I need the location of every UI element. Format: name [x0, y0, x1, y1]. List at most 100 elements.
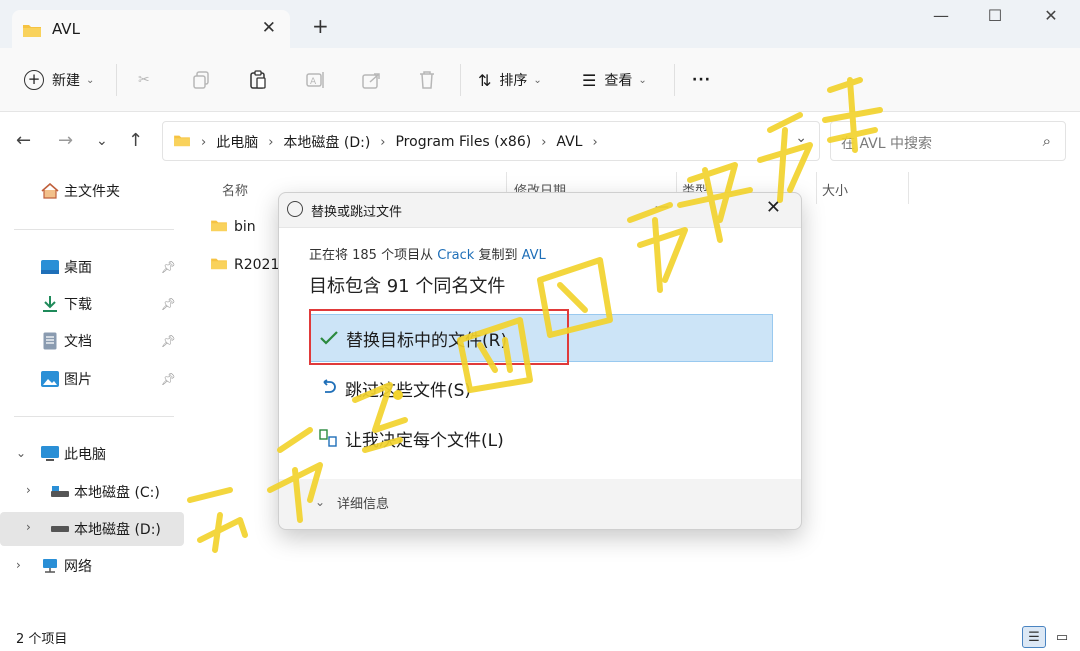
view-label: 查看	[604, 73, 633, 89]
rename-icon[interactable]: A	[306, 68, 326, 92]
decide-each-file-label: 让我决定每个文件(L)	[345, 430, 504, 451]
file-name: bin	[234, 219, 256, 235]
delete-icon[interactable]	[418, 68, 436, 92]
chevron-right-icon: ›	[268, 134, 274, 150]
folder-icon	[210, 218, 228, 236]
column-header-name[interactable]: 名称	[222, 180, 248, 199]
sidebar-item-drive-c[interactable]: 本地磁盘 (C:)	[0, 475, 184, 509]
details-view-icon[interactable]: ☰	[1022, 626, 1046, 648]
tab-bar: AVL ✕ + — ☐ ✕	[0, 0, 1080, 48]
sidebar-item-pictures[interactable]: 图片 📌︎	[0, 362, 184, 396]
chevron-right-icon[interactable]: ›	[26, 520, 31, 534]
sidebar-item-label: 图片	[64, 372, 92, 388]
recent-locations-chevron-icon[interactable]: ⌄	[96, 133, 108, 149]
pin-icon[interactable]: 📌︎	[161, 260, 176, 274]
sidebar-item-home[interactable]: 主文件夹	[0, 174, 184, 208]
home-icon	[40, 181, 60, 201]
sidebar-item-label: 网络	[64, 559, 92, 575]
crumb-drive-d[interactable]: 本地磁盘 (D:)	[283, 132, 370, 152]
share-icon[interactable]	[362, 68, 382, 92]
dialog-title: 替换或跳过文件	[311, 205, 403, 220]
source-link[interactable]: Crack	[437, 248, 474, 263]
command-bar: + 新建 ⌄ ✂ A ⇅ 排序 ⌄ ☰ 查看 ⌄ ···	[0, 48, 1080, 112]
skip-files-label: 跳过这些文件(S)	[345, 380, 472, 401]
svg-text:A: A	[310, 77, 317, 87]
clock-icon	[287, 201, 303, 217]
sidebar-item-label: 本地磁盘 (D:)	[74, 522, 161, 538]
toolbar-divider	[460, 64, 461, 96]
chevron-down-icon[interactable]: ⌄	[315, 495, 325, 509]
tiles-view-icon[interactable]: ▭	[1050, 626, 1074, 648]
column-header-size[interactable]: 大小	[822, 180, 848, 199]
desktop-icon	[40, 257, 60, 277]
close-tab-icon[interactable]: ✕	[262, 18, 276, 38]
column-divider[interactable]	[908, 172, 909, 204]
pin-icon[interactable]: 📌︎	[161, 372, 176, 386]
sidebar-item-drive-d[interactable]: › 本地磁盘 (D:)	[0, 512, 184, 546]
folder-icon	[22, 22, 42, 42]
new-label: 新建	[52, 73, 80, 89]
more-details-link[interactable]: 详细信息	[337, 493, 389, 512]
address-bar[interactable]: › 此电脑 › 本地磁盘 (D:) › Program Files (x86) …	[162, 121, 820, 161]
decide-each-file-option[interactable]: 让我决定每个文件(L)	[309, 414, 773, 462]
search-placeholder: 在 AVL 中搜索	[841, 136, 932, 152]
search-icon: ⌕	[1042, 132, 1051, 150]
maximize-icon[interactable]: ☐	[980, 6, 1010, 25]
forward-arrow-icon[interactable]: →	[58, 130, 73, 151]
copy-status: 正在将 185 个项目从 Crack 复制到 AVL	[309, 244, 546, 263]
copy-icon[interactable]	[192, 68, 210, 92]
sidebar-item-label: 此电脑	[64, 447, 106, 463]
cut-icon[interactable]: ✂	[138, 68, 150, 92]
file-name: R2021	[234, 257, 280, 273]
navigation-pane: 主文件夹 桌面 📌︎ 下载 📌︎ 文档 📌︎ 图片 📌︎ ⌄ 此电脑 › 本地磁…	[0, 162, 186, 622]
paste-icon[interactable]	[248, 68, 268, 92]
sidebar-item-desktop[interactable]: 桌面 📌︎	[0, 250, 184, 284]
compare-files-icon	[317, 429, 339, 447]
conflict-summary: 目标包含 91 个同名文件	[309, 276, 506, 297]
sidebar-item-this-pc[interactable]: 此电脑	[0, 437, 184, 471]
sidebar-item-network[interactable]: 网络	[0, 549, 184, 583]
chevron-right-icon: ›	[592, 134, 598, 150]
close-icon[interactable]: ✕	[766, 197, 781, 218]
view-button[interactable]: ☰ 查看 ⌄	[582, 68, 647, 92]
undo-arrow-icon	[317, 379, 339, 397]
view-list-icon: ☰	[582, 70, 597, 90]
search-box[interactable]: 在 AVL 中搜索 ⌕	[830, 121, 1066, 161]
up-arrow-icon[interactable]: ↑	[128, 130, 143, 151]
pictures-icon	[40, 369, 60, 389]
new-button[interactable]: + 新建 ⌄	[24, 68, 94, 92]
list-item[interactable]: R2021	[210, 256, 279, 274]
back-arrow-icon[interactable]: ←	[16, 130, 31, 151]
sidebar-item-downloads[interactable]: 下载 📌︎	[0, 287, 184, 321]
network-icon	[40, 556, 60, 576]
column-divider[interactable]	[816, 172, 817, 204]
toolbar-divider	[116, 64, 117, 96]
crumb-this-pc[interactable]: 此电脑	[216, 132, 258, 152]
skip-files-option[interactable]: 跳过这些文件(S)	[309, 364, 773, 412]
pin-icon[interactable]: 📌︎	[161, 334, 176, 348]
crumb-program-files[interactable]: Program Files (x86)	[395, 134, 531, 150]
sidebar-item-label: 文档	[64, 334, 92, 350]
chevron-down-icon: ⌄	[533, 74, 542, 86]
tab-avl[interactable]: AVL ✕	[12, 10, 290, 48]
chevron-right-icon: ›	[380, 134, 386, 150]
pin-icon[interactable]: 📌︎	[161, 297, 176, 311]
close-window-icon[interactable]: ✕	[1036, 6, 1066, 25]
divider	[14, 229, 174, 230]
folder-icon	[210, 256, 228, 274]
sidebar-item-label: 本地磁盘 (C:)	[74, 485, 160, 501]
sort-button[interactable]: ⇅ 排序 ⌄	[478, 68, 542, 92]
crumb-avl[interactable]: AVL	[556, 134, 582, 150]
chevron-down-icon: ⌄	[638, 74, 647, 86]
chevron-right-icon: ›	[541, 134, 547, 150]
minimize-icon[interactable]: —	[926, 6, 956, 25]
address-dropdown-icon[interactable]: ⌄	[795, 130, 807, 146]
minimize-icon[interactable]: —	[655, 199, 669, 215]
destination-link[interactable]: AVL	[522, 248, 546, 263]
sidebar-item-documents[interactable]: 文档 📌︎	[0, 324, 184, 358]
list-item[interactable]: bin	[210, 218, 256, 236]
new-tab-icon[interactable]: +	[312, 16, 329, 36]
toolbar-divider	[674, 64, 675, 96]
sidebar-item-label: 主文件夹	[64, 184, 120, 200]
more-options-button[interactable]: ···	[692, 68, 711, 92]
